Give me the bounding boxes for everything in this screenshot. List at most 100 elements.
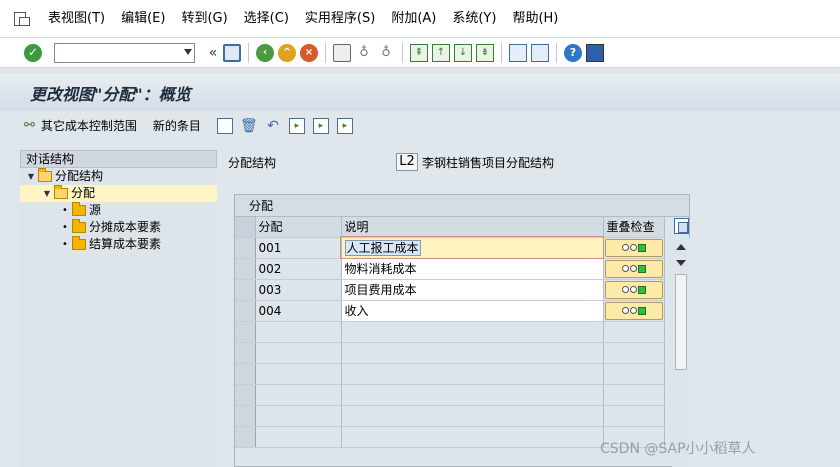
other-scope-button[interactable]: 其它成本控制范围 — [41, 117, 137, 134]
table-settings-icon[interactable] — [674, 218, 689, 234]
select-all-icon[interactable]: ▸ — [288, 117, 305, 134]
print-icon[interactable] — [333, 43, 351, 62]
table-header-row: 分配 说明 重叠检查 — [235, 217, 665, 238]
row-selector[interactable] — [235, 279, 256, 301]
overlap-check-button[interactable] — [604, 301, 663, 320]
expand-triangle-icon[interactable]: ▼ — [26, 168, 36, 185]
description-field[interactable]: 人工报工成本 — [340, 236, 604, 259]
column-header-allocation[interactable]: 分配 — [255, 217, 342, 238]
next-page-icon[interactable]: ↓ — [454, 43, 472, 62]
traffic-light-green-icon — [637, 243, 646, 252]
overlap-check-button[interactable] — [604, 280, 663, 299]
tree-node-label: 分配结构 — [55, 169, 104, 183]
allocation-id-cell: 004 — [255, 300, 342, 322]
overlap-check-cell — [603, 300, 665, 322]
save-icon[interactable] — [223, 43, 241, 62]
new-session-icon[interactable] — [509, 43, 527, 62]
row-selector[interactable] — [235, 384, 256, 406]
menu-system[interactable]: 系统(Y) — [444, 0, 504, 38]
allocation-structure-description: 李钢柱销售项目分配结构 — [422, 155, 555, 170]
find-icon[interactable]: ♁ — [355, 44, 373, 62]
chevron-down-icon[interactable] — [184, 48, 192, 55]
menu-extras[interactable]: 附加(A) — [383, 0, 444, 38]
row-selector[interactable] — [235, 405, 256, 427]
command-input[interactable] — [55, 43, 175, 62]
row-selector[interactable] — [235, 426, 256, 448]
scroll-thumb[interactable] — [675, 274, 687, 370]
bullet-icon: • — [62, 222, 68, 233]
deselect-all-icon[interactable]: ▸ — [336, 117, 353, 134]
traffic-light-red-icon — [621, 265, 629, 272]
find-next-icon[interactable]: ♁ — [377, 44, 395, 62]
menu-edit[interactable]: 编辑(E) — [113, 0, 173, 38]
help-icon[interactable]: ? — [564, 43, 582, 62]
description-text: 人工报工成本 — [344, 240, 421, 256]
folder-icon — [72, 202, 86, 216]
previous-page-icon[interactable]: ↑ — [432, 43, 450, 62]
row-selector[interactable] — [235, 237, 256, 259]
exit-icon[interactable]: ^ — [278, 43, 296, 62]
empty-cell — [341, 426, 604, 448]
cancel-icon[interactable]: × — [300, 43, 318, 62]
column-header-description[interactable]: 说明 — [341, 217, 604, 238]
delete-icon[interactable]: 🗑 — [240, 118, 258, 134]
select-block-icon[interactable]: ▸ — [312, 117, 329, 134]
row-selector[interactable] — [235, 342, 256, 364]
traffic-light-red-icon — [621, 307, 629, 314]
row-selector[interactable] — [235, 300, 256, 322]
row-selector[interactable] — [235, 258, 256, 280]
row-selector[interactable] — [235, 321, 256, 343]
collapse-command-icon[interactable]: « — [207, 44, 219, 62]
row-selector[interactable] — [235, 363, 256, 385]
description-field[interactable]: 收入 — [341, 300, 604, 322]
folder-open-icon — [54, 185, 68, 199]
expand-triangle-icon[interactable]: ▼ — [42, 185, 52, 202]
scope-glasses-icon[interactable]: ⚯ — [24, 118, 35, 133]
overlap-check-cell — [603, 237, 665, 259]
tree-node-allocation-structure[interactable]: ▼ 分配结构 — [20, 168, 217, 185]
allocation-id-cell: 003 — [255, 279, 342, 301]
menu-table-view[interactable]: 表视图(T) — [40, 0, 113, 38]
table-row: 004 收入 — [235, 300, 665, 322]
overlap-check-button[interactable] — [604, 259, 663, 278]
traffic-light-yellow-icon — [629, 286, 637, 293]
menu-select[interactable]: 选择(C) — [236, 0, 297, 38]
new-entries-button[interactable]: 新的条目 — [153, 117, 201, 134]
menu-goto[interactable]: 转到(G) — [173, 0, 235, 38]
tree-node-allocation[interactable]: ▼ 分配 — [20, 185, 217, 202]
table-row: 001 人工报工成本 — [235, 236, 665, 259]
first-page-icon[interactable]: ⇞ — [410, 43, 428, 62]
menu-help[interactable]: 帮助(H) — [504, 0, 566, 38]
bullet-icon: • — [62, 205, 68, 216]
select-all-cell[interactable] — [235, 217, 256, 238]
description-field[interactable]: 物料消耗成本 — [341, 258, 604, 280]
vertical-scrollbar[interactable] — [672, 238, 690, 467]
menu-utilities[interactable]: 实用程序(S) — [297, 0, 383, 38]
empty-cell — [603, 384, 665, 406]
last-page-icon[interactable]: ⇟ — [476, 43, 494, 62]
command-field[interactable] — [54, 42, 195, 63]
scroll-up-icon[interactable] — [676, 244, 686, 250]
enter-icon[interactable] — [24, 43, 42, 62]
traffic-light-yellow-icon — [629, 244, 637, 251]
folder-icon — [72, 219, 86, 233]
description-field[interactable]: 项目费用成本 — [341, 279, 604, 301]
back-icon[interactable]: ‹ — [256, 43, 274, 62]
table-row-empty — [235, 405, 665, 427]
shortcut-icon[interactable] — [531, 43, 549, 62]
copy-as-icon[interactable] — [216, 117, 233, 134]
window-menu-icon[interactable] — [12, 9, 32, 29]
empty-cell — [255, 342, 342, 364]
layout-menu-icon[interactable] — [586, 43, 604, 62]
tree-node-source[interactable]: • 源 — [20, 202, 217, 219]
column-header-overlap-check[interactable]: 重叠检查 — [603, 217, 665, 238]
undo-icon[interactable]: ↶ — [265, 118, 281, 134]
menu-bar: 表视图(T) 编辑(E) 转到(G) 选择(C) 实用程序(S) 附加(A) 系… — [0, 0, 840, 38]
tree-node-distribution-cost-elements[interactable]: • 分摊成本要素 — [20, 219, 217, 236]
title-bar: 更改视图"分配"：概览 — [0, 74, 840, 111]
toolbar-separator — [325, 42, 326, 63]
scroll-down-icon[interactable] — [676, 260, 686, 266]
overlap-check-button[interactable] — [604, 238, 663, 257]
tree-node-settlement-cost-elements[interactable]: • 结算成本要素 — [20, 236, 217, 253]
empty-cell — [341, 321, 604, 343]
